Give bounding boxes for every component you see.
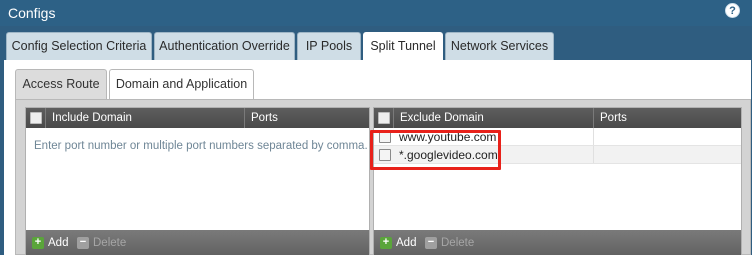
exclude-ports-column[interactable]: Ports bbox=[593, 108, 743, 128]
include-domain-grid: Include Domain Ports Enter port number o… bbox=[25, 107, 370, 255]
exclude-domain-grid: Exclude Domain Ports www.youtube.com *.g… bbox=[370, 107, 742, 255]
minus-icon: − bbox=[425, 237, 437, 249]
exclude-add-button[interactable]: + Add bbox=[380, 236, 416, 250]
subtab-domain-and-application[interactable]: Domain and Application bbox=[109, 69, 254, 99]
row-checkbox[interactable] bbox=[379, 149, 391, 161]
minus-icon: − bbox=[77, 237, 89, 249]
include-ports-column[interactable]: Ports bbox=[244, 108, 371, 128]
help-icon[interactable]: ? bbox=[725, 3, 740, 18]
include-grid-header: Include Domain Ports bbox=[26, 108, 369, 128]
tab-ip-pools[interactable]: IP Pools bbox=[297, 32, 361, 60]
domain-application-panel: Include Domain Ports Enter port number o… bbox=[15, 99, 751, 255]
exclude-select-all-checkbox[interactable] bbox=[378, 112, 390, 124]
exclude-add-label: Add bbox=[396, 237, 417, 249]
include-domain-column[interactable]: Include Domain bbox=[45, 108, 244, 128]
title-bar: Configs ? bbox=[0, 0, 752, 26]
configs-main: Config Selection Criteria Authentication… bbox=[0, 26, 752, 255]
include-select-all-checkbox[interactable] bbox=[30, 112, 42, 124]
split-tunnel-panel: Access Route Domain and Application Incl… bbox=[4, 60, 751, 255]
window-title: Configs bbox=[8, 5, 56, 21]
exclude-ports-cell[interactable] bbox=[593, 146, 743, 163]
include-add-label: Add bbox=[48, 237, 69, 249]
include-grid-body: Enter port number or multiple port numbe… bbox=[26, 128, 369, 230]
exclude-delete-button[interactable]: − Delete bbox=[425, 236, 474, 250]
row-checkbox[interactable] bbox=[379, 131, 391, 143]
table-row[interactable]: *.googlevideo.com bbox=[374, 146, 741, 164]
plus-icon: + bbox=[32, 237, 44, 249]
exclude-delete-label: Delete bbox=[441, 237, 475, 249]
table-row[interactable]: www.youtube.com bbox=[374, 128, 741, 146]
subtab-access-route[interactable]: Access Route bbox=[15, 69, 107, 99]
exclude-grid-toolbar: + Add − Delete bbox=[374, 230, 741, 255]
include-add-button[interactable]: + Add bbox=[32, 236, 68, 250]
exclude-domain-column[interactable]: Exclude Domain bbox=[393, 108, 593, 128]
tab-split-tunnel[interactable]: Split Tunnel bbox=[363, 32, 443, 60]
exclude-domain-cell[interactable]: *.googlevideo.com bbox=[399, 148, 498, 162]
exclude-ports-cell[interactable] bbox=[593, 128, 743, 145]
exclude-grid-header: Exclude Domain Ports bbox=[374, 108, 741, 128]
include-delete-button[interactable]: − Delete bbox=[77, 236, 126, 250]
tab-config-selection-criteria[interactable]: Config Selection Criteria bbox=[6, 32, 152, 60]
exclude-grid-body: www.youtube.com *.googlevideo.com bbox=[370, 128, 741, 230]
plus-icon: + bbox=[380, 237, 392, 249]
include-grid-toolbar: + Add − Delete bbox=[26, 230, 369, 255]
tab-authentication-override[interactable]: Authentication Override bbox=[154, 32, 295, 60]
tab-network-services[interactable]: Network Services bbox=[445, 32, 554, 60]
exclude-domain-cell[interactable]: www.youtube.com bbox=[399, 130, 496, 144]
include-empty-placeholder: Enter port number or multiple port numbe… bbox=[34, 140, 368, 152]
include-delete-label: Delete bbox=[93, 237, 127, 249]
